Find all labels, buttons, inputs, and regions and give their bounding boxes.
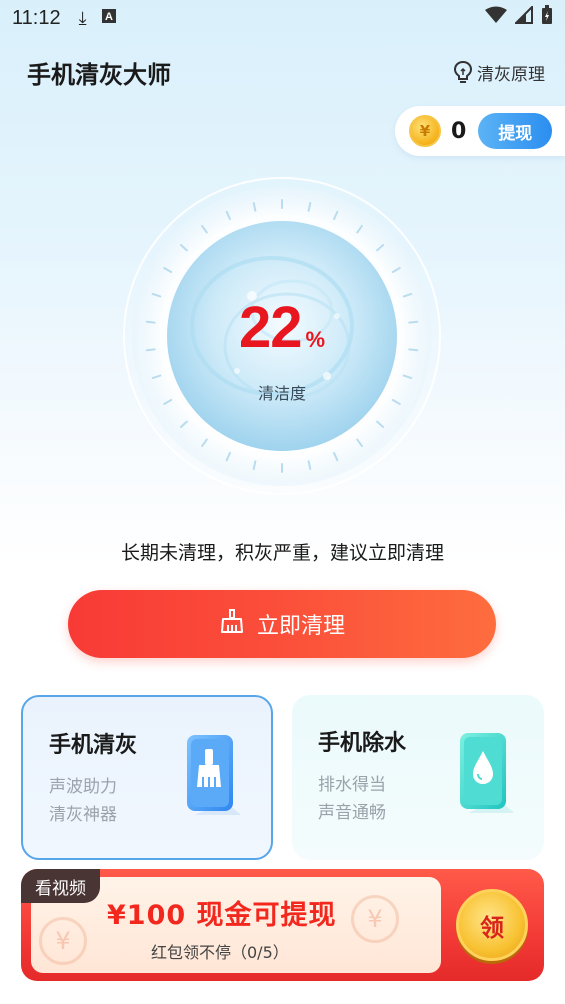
wifi-icon [485, 6, 507, 30]
status-time: 11:12 [12, 6, 61, 29]
cleanliness-label: 清洁度 [257, 384, 306, 403]
wallet-pill: ¥ 0 提现 [395, 106, 565, 156]
brush-phone-icon [181, 731, 245, 825]
advice-text: 长期未清理，积灰严重，建议立即清理 [120, 542, 444, 564]
decorative-coin-icon: ¥ [351, 895, 399, 943]
cleanliness-gauge: 22% 清洁度 [122, 176, 442, 496]
card-water-removal[interactable]: 手机除水 排水得当 声音通畅 [292, 695, 544, 860]
principle-link[interactable]: 清灰原理 [453, 60, 545, 85]
svg-text:A: A [105, 11, 113, 23]
claim-button[interactable]: 领 [456, 889, 528, 961]
coin-icon: ¥ [409, 115, 441, 147]
principle-label: 清灰原理 [477, 64, 545, 85]
water-drop-phone-icon [454, 729, 518, 823]
promo-title: ¥100 现金可提现 [107, 900, 337, 931]
keyboard-a-icon: A [101, 8, 117, 29]
percent-unit: % [305, 327, 326, 352]
cleanliness-value: 22 [238, 295, 303, 360]
card-dust-cleaning[interactable]: 手机清灰 声波助力 清灰神器 [21, 695, 273, 860]
signal-icon [513, 4, 533, 30]
coin-count: 0 [451, 118, 467, 144]
watch-video-tag: 看视频 [21, 869, 100, 903]
clean-now-button[interactable]: 立即清理 [68, 590, 496, 658]
promo-subtitle: 红包领不停（0/5） [151, 943, 289, 962]
lightbulb-icon [453, 60, 473, 84]
withdraw-button[interactable]: 提现 [478, 113, 553, 149]
status-bar: 11:12 ⤓ A [0, 0, 565, 36]
cleanliness-percent: 22% [122, 294, 442, 361]
decorative-coin-icon: ¥ [39, 917, 87, 965]
battery-icon [541, 5, 553, 31]
broom-icon [219, 608, 245, 640]
header: 手机清灰大师 清灰原理 [27, 54, 545, 90]
video-reward-banner[interactable]: ¥ ¥ 看视频 ¥100 现金可提现 红包领不停（0/5） 领 [21, 869, 544, 981]
download-icon: ⤓ [78, 7, 87, 28]
app-title: 手机清灰大师 [27, 60, 171, 89]
clean-now-label: 立即清理 [256, 613, 345, 638]
